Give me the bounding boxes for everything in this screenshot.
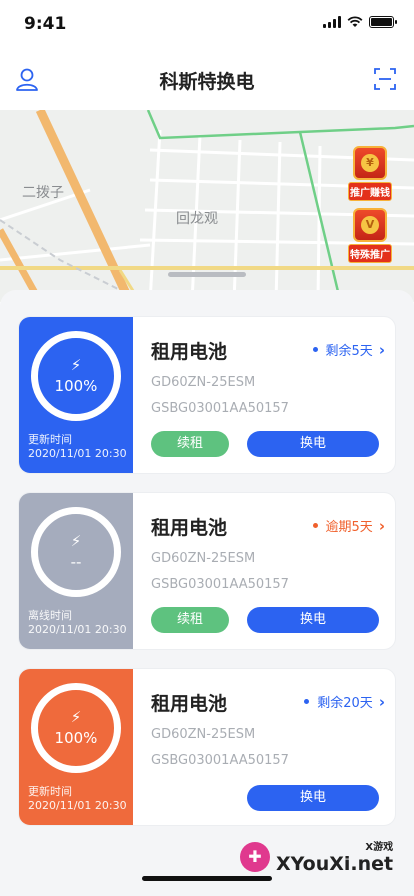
sheet-drag-handle[interactable] <box>168 272 246 277</box>
promo-special-button[interactable]: V 特殊推广 <box>348 208 392 263</box>
swap-battery-button[interactable]: 换电 <box>247 785 379 811</box>
home-indicator <box>142 876 272 881</box>
time-label: 离线时间 <box>28 609 72 622</box>
battery-card[interactable]: ⚡ -- 离线时间 2020/11/01 20:30 租用电池 逾期5天 › G… <box>18 492 396 650</box>
time-label: 更新时间 <box>28 433 72 446</box>
battery-percent: 100% <box>54 377 98 395</box>
rental-status-text: 剩余20天 <box>317 696 373 711</box>
promo-tag: 推广赚钱 <box>348 182 392 201</box>
card-title: 租用电池 <box>151 341 228 363</box>
battery-level-ring: ⚡ 100% <box>31 683 121 773</box>
battery-status-panel: ⚡ 100% 更新时间 2020/11/01 20:30 <box>19 317 133 473</box>
battery-card[interactable]: ⚡ 100% 更新时间 2020/11/01 20:30 租用电池 剩余5天 ›… <box>18 316 396 474</box>
wifi-icon <box>347 16 363 27</box>
renew-button[interactable]: 续租 <box>151 431 229 457</box>
chevron-right-icon: › <box>378 692 385 711</box>
battery-serial: GSBG03001AA50157 <box>151 401 289 416</box>
map-label: 回龙观 <box>176 211 218 227</box>
header: 科斯特换电 <box>0 52 414 108</box>
page-title: 科斯特换电 <box>159 71 255 93</box>
status-dot-icon <box>304 699 310 704</box>
battery-serial: GSBG03001AA50157 <box>151 577 289 592</box>
rental-status-text: 逾期5天 <box>325 520 373 535</box>
promo-earn-button[interactable]: ¥ 推广赚钱 <box>348 146 392 201</box>
battery-status-panel: ⚡ 100% 更新时间 2020/11/01 20:30 <box>19 669 133 825</box>
status-dot-icon <box>312 523 318 528</box>
rental-status-text: 剩余5天 <box>325 344 373 359</box>
battery-percent: 100% <box>54 729 98 747</box>
rental-status-link[interactable]: 剩余5天 › <box>312 340 385 359</box>
battery-model: GD60ZN-25ESM <box>151 727 256 742</box>
time-value: 2020/11/01 20:30 <box>28 799 127 812</box>
chevron-right-icon: › <box>378 340 385 359</box>
lightning-icon: ⚡ <box>70 356 82 374</box>
card-title: 租用电池 <box>151 693 228 715</box>
gamepad-icon: ✚ <box>240 841 270 872</box>
map-label: 二拨子 <box>22 185 64 201</box>
time-value: 2020/11/01 20:30 <box>28 623 127 636</box>
battery-icon <box>369 16 397 28</box>
battery-serial: GSBG03001AA50157 <box>151 753 289 768</box>
watermark-small-text: X游戏 <box>365 842 394 853</box>
battery-level-ring: ⚡ 100% <box>31 331 121 421</box>
battery-model: GD60ZN-25ESM <box>151 375 256 390</box>
card-title: 租用电池 <box>151 517 228 539</box>
scan-icon[interactable] <box>374 68 396 90</box>
time-value: 2020/11/01 20:30 <box>28 447 127 460</box>
watermark: ✚ X游戏 XYouXi.net <box>240 838 393 875</box>
battery-card[interactable]: ⚡ 100% 更新时间 2020/11/01 20:30 租用电池 剩余20天 … <box>18 668 396 826</box>
battery-model: GD60ZN-25ESM <box>151 551 256 566</box>
watermark-text: XYouXi.net <box>276 853 394 875</box>
coin-icon: ¥ <box>353 146 387 180</box>
promo-tag: 特殊推广 <box>348 244 392 263</box>
time-label: 更新时间 <box>28 785 72 798</box>
lightning-icon: ⚡ <box>70 708 82 726</box>
battery-level-ring: ⚡ -- <box>31 507 121 597</box>
swap-battery-button[interactable]: 换电 <box>247 607 379 633</box>
lightning-icon: ⚡ <box>70 532 82 550</box>
status-time: 9:41 <box>24 14 67 34</box>
renew-button[interactable]: 续租 <box>151 607 229 633</box>
battery-status-panel: ⚡ -- 离线时间 2020/11/01 20:30 <box>19 493 133 649</box>
special-user-icon: V <box>353 208 387 242</box>
rental-status-link[interactable]: 逾期5天 › <box>312 516 385 535</box>
signal-icon <box>323 16 341 28</box>
status-dot-icon <box>312 347 318 352</box>
battery-percent: -- <box>70 553 82 571</box>
swap-battery-button[interactable]: 换电 <box>247 431 379 457</box>
chevron-right-icon: › <box>378 516 385 535</box>
rental-status-link[interactable]: 剩余20天 › <box>304 692 385 711</box>
status-icons <box>323 16 397 28</box>
status-bar: 9:41 <box>0 0 414 48</box>
